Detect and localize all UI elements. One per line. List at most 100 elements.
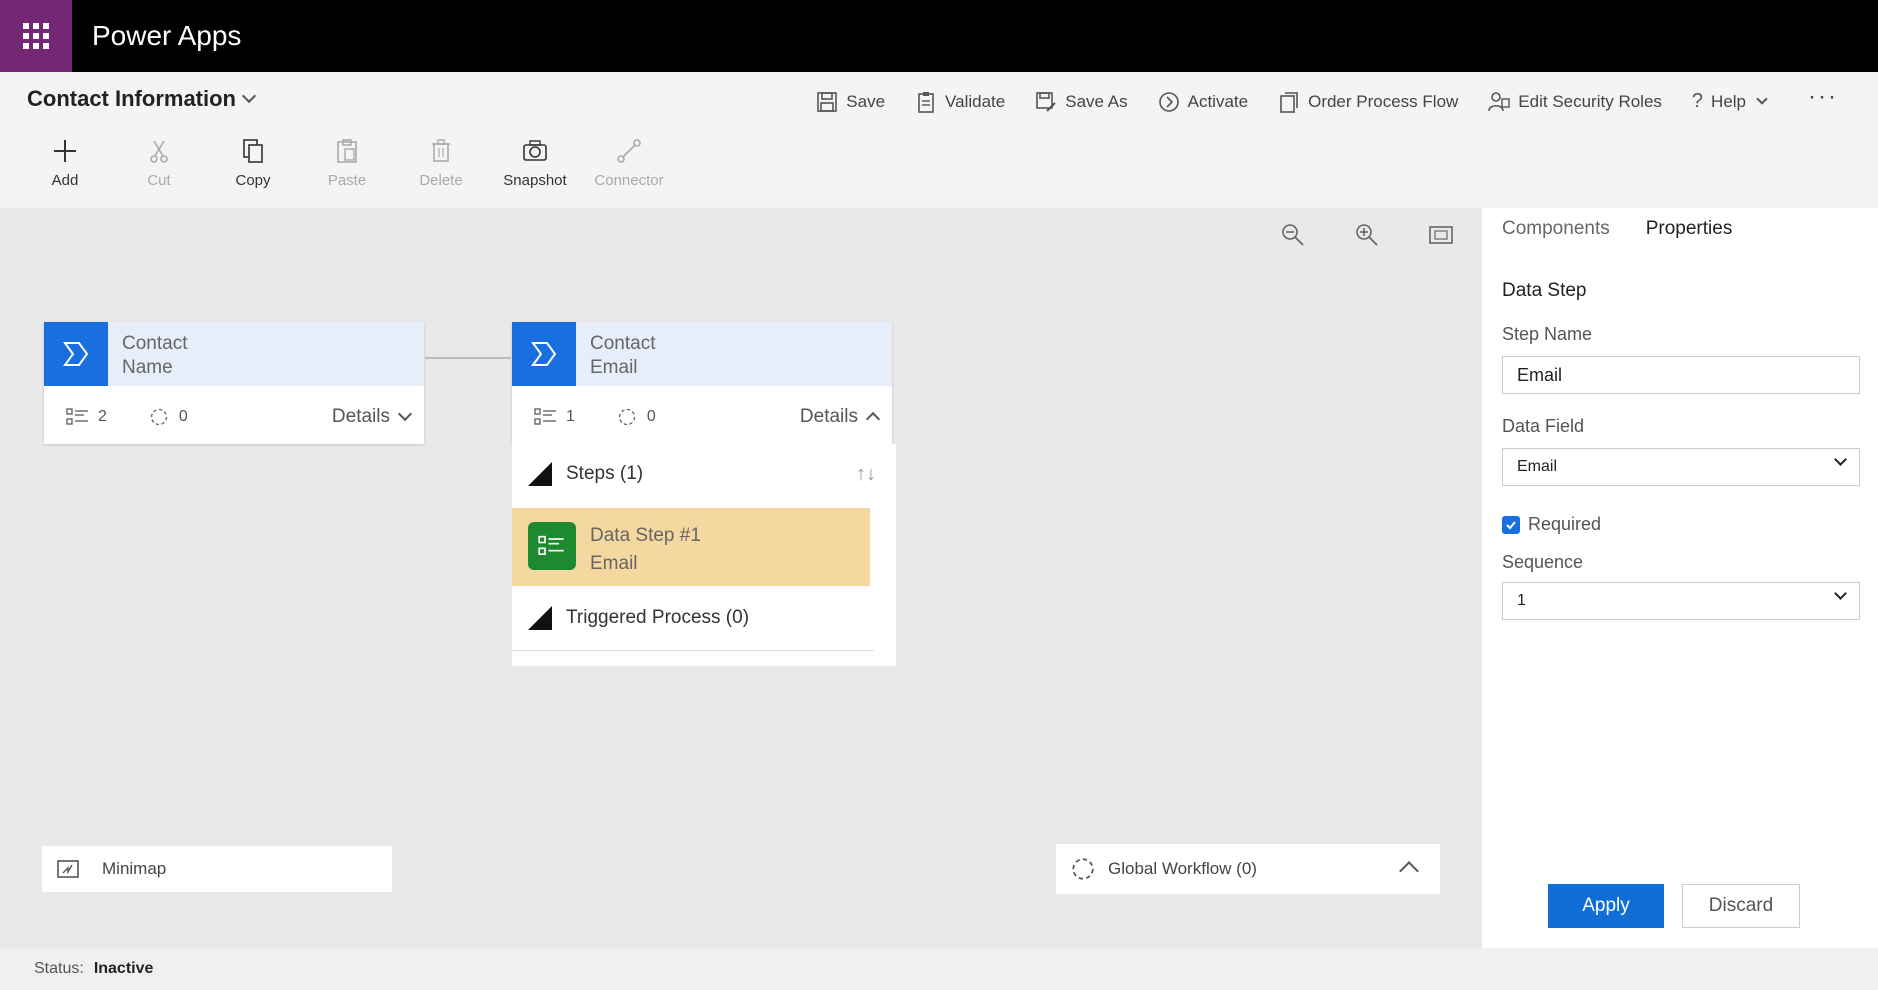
- workflow-spinner-icon: [1072, 858, 1094, 880]
- stage-card-contact-email[interactable]: Contact Email 1 0 Details: [512, 322, 892, 444]
- status-value: Inactive: [93, 960, 154, 977]
- save-button[interactable]: Save: [816, 91, 885, 113]
- validate-button[interactable]: Validate: [915, 91, 1005, 113]
- add-button[interactable]: Add: [18, 138, 112, 189]
- paste-label: Paste: [327, 172, 367, 189]
- steps-count: 2: [66, 407, 107, 427]
- chevron-up-icon[interactable]: [1399, 861, 1419, 881]
- workflows-count: 0: [615, 407, 656, 427]
- stage-title: Contact Email: [590, 332, 790, 380]
- workflow-spinner-icon: [618, 408, 636, 426]
- paste-button[interactable]: Paste: [300, 138, 394, 189]
- workflows-count: 0: [147, 407, 188, 427]
- data-step-text: Data Step #1 Email: [590, 522, 701, 578]
- sort-arrows-icon[interactable]: ↑↓: [856, 463, 876, 486]
- app-title: Power Apps: [92, 20, 242, 51]
- triggered-process-header[interactable]: Triggered Process (0): [528, 606, 876, 630]
- workflows-count-value: 0: [178, 408, 188, 425]
- steps-list-icon: [66, 408, 88, 425]
- help-button[interactable]: ? Help: [1691, 90, 1768, 113]
- steps-header-label: Steps (1): [566, 463, 644, 484]
- top-bar: Power Apps: [0, 0, 1878, 72]
- sequence-value: 1: [1517, 592, 1526, 609]
- collapse-triangle-icon: [528, 462, 552, 486]
- tab-components[interactable]: Components: [1502, 218, 1610, 246]
- order-process-flow-label: Order Process Flow: [1308, 91, 1459, 111]
- order-icon: [1280, 91, 1298, 113]
- minimap-icon: [57, 860, 79, 878]
- apply-button[interactable]: Apply: [1548, 884, 1664, 928]
- data-field-label: Data Field: [1502, 416, 1585, 436]
- details-toggle[interactable]: Details: [800, 406, 881, 428]
- stage-card-contact-name[interactable]: Contact Name 2 0 Details: [44, 322, 424, 444]
- step-name-input[interactable]: Email: [1502, 356, 1860, 394]
- stage-connector-line: [425, 357, 511, 359]
- minimap-toggle[interactable]: Minimap: [42, 846, 392, 892]
- stage-details-panel: Steps (1) ↑↓ Data Step #1 Email Triggere…: [512, 444, 896, 666]
- stage-icon: [512, 322, 576, 386]
- steps-count: 1: [534, 407, 575, 427]
- chevron-stage-icon: [63, 342, 89, 366]
- chevron-down-icon: [1834, 587, 1847, 600]
- ribbon-toolbar: Add Cut Copy Paste Delete Snapshot Conne…: [18, 138, 676, 189]
- chevron-up-icon: [865, 411, 881, 427]
- help-icon: ?: [1691, 90, 1704, 112]
- copy-label: Copy: [235, 172, 271, 189]
- snapshot-button[interactable]: Snapshot: [488, 138, 582, 189]
- save-as-button[interactable]: Save As: [1035, 91, 1128, 113]
- chevron-down-icon: [241, 88, 257, 104]
- required-checkbox[interactable]: Required: [1502, 514, 1601, 535]
- canvas-tools: [1280, 222, 1454, 248]
- snapshot-label: Snapshot: [503, 172, 567, 189]
- connector-label: Connector: [594, 172, 664, 189]
- global-workflow-label: Global Workflow (0): [1108, 859, 1257, 878]
- order-process-flow-button[interactable]: Order Process Flow: [1278, 91, 1458, 113]
- waffle-icon: [23, 23, 49, 49]
- zoom-in-icon[interactable]: [1354, 222, 1380, 248]
- properties-panel: Components Properties Data Step Step Nam…: [1482, 208, 1878, 948]
- data-field-select[interactable]: Email: [1502, 448, 1860, 486]
- delete-button[interactable]: Delete: [394, 138, 488, 189]
- sequence-select[interactable]: 1: [1502, 582, 1860, 620]
- chevron-stage-icon: [531, 342, 557, 366]
- data-step-item[interactable]: Data Step #1 Email: [512, 508, 870, 586]
- workflows-count-value: 0: [646, 408, 656, 425]
- panel-tabs: Components Properties: [1502, 218, 1732, 246]
- validate-label: Validate: [945, 91, 1006, 111]
- workflow-spinner-icon: [150, 408, 168, 426]
- stage-title-line1: Contact: [122, 333, 188, 354]
- app-launcher-button[interactable]: [0, 0, 72, 72]
- minimap-label: Minimap: [102, 859, 167, 878]
- activate-icon: [1158, 91, 1179, 112]
- stage-title: Contact Name: [122, 332, 322, 380]
- edit-security-roles-button[interactable]: Edit Security Roles: [1488, 91, 1662, 113]
- camera-icon: [523, 140, 547, 161]
- save-as-icon: [1036, 91, 1056, 112]
- steps-list-icon: [538, 535, 564, 555]
- more-options-icon[interactable]: ···: [1808, 83, 1838, 111]
- copy-button[interactable]: Copy: [206, 138, 300, 189]
- stage-title-line1: Contact: [590, 333, 656, 354]
- cut-button[interactable]: Cut: [112, 138, 206, 189]
- fit-to-screen-icon[interactable]: [1428, 222, 1454, 248]
- process-title-dropdown[interactable]: Contact Information: [27, 86, 257, 112]
- connector-button[interactable]: Connector: [582, 138, 676, 189]
- discard-button[interactable]: Discard: [1682, 884, 1800, 928]
- global-workflow-panel[interactable]: Global Workflow (0): [1056, 844, 1440, 894]
- activate-button[interactable]: Activate: [1158, 91, 1248, 113]
- details-toggle[interactable]: Details: [332, 406, 413, 428]
- zoom-out-icon[interactable]: [1280, 222, 1306, 248]
- triggered-process-label: Triggered Process (0): [566, 607, 750, 628]
- cut-label: Cut: [147, 172, 171, 189]
- help-label: Help: [1711, 91, 1747, 111]
- divider: [512, 650, 874, 651]
- steps-count-value: 1: [566, 408, 575, 425]
- delete-label: Delete: [419, 172, 463, 189]
- copy-icon: [243, 139, 263, 163]
- tab-properties[interactable]: Properties: [1646, 218, 1733, 246]
- steps-section-header[interactable]: Steps (1) ↑↓: [528, 462, 876, 486]
- stage-meta: 2 0 Details: [66, 406, 413, 428]
- chevron-down-icon: [397, 406, 413, 422]
- steps-count-value: 2: [98, 408, 107, 425]
- data-step-title: Data Step #1: [590, 525, 701, 546]
